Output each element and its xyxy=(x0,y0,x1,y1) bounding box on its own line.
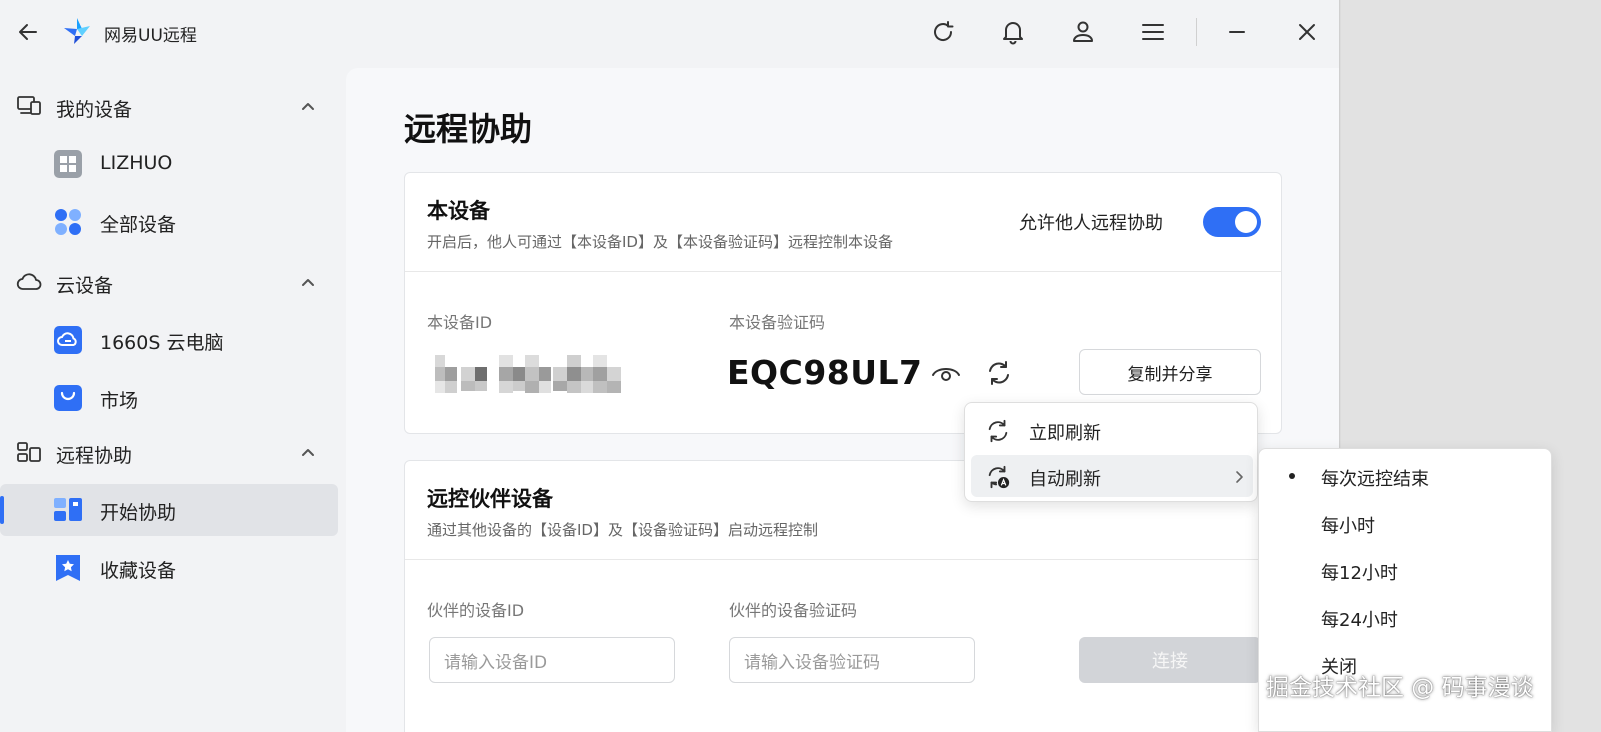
submenu-item-label: 每12小时 xyxy=(1321,563,1398,584)
remote-assist-icon xyxy=(16,441,42,463)
chevron-up-icon[interactable] xyxy=(298,442,318,462)
chevron-up-icon[interactable] xyxy=(298,272,318,292)
card-title: 远控伙伴设备 xyxy=(427,487,553,511)
sidebar-item-all-devices[interactable]: 全部设备 xyxy=(0,196,338,248)
menu-item-label: 立即刷新 xyxy=(1029,423,1101,444)
submenu-item-hourly[interactable]: 每小时 xyxy=(1259,500,1551,546)
menu-item-label: 自动刷新 xyxy=(1029,469,1101,490)
sidebar-item-label: LIZHUO xyxy=(100,152,173,174)
sidebar-group-label: 云设备 xyxy=(56,275,114,297)
menu-item-refresh-now[interactable]: 立即刷新 xyxy=(971,409,1253,451)
sidebar-item-label: 全部设备 xyxy=(100,214,177,236)
allow-remote-label: 允许他人远程协助 xyxy=(1019,213,1163,234)
main-content: 远程协助 本设备 开启后，他人可通过【本设备ID】及【本设备验证码】远程控制本设… xyxy=(346,68,1339,732)
eye-icon[interactable] xyxy=(931,361,961,385)
sidebar-item-label: 收藏设备 xyxy=(100,560,177,582)
submenu-item-24h[interactable]: 每24小时 xyxy=(1259,594,1551,640)
sidebar-item-cloud-pc[interactable]: 1660S 云电脑 xyxy=(0,314,338,366)
partner-id-input[interactable]: 请输入设备ID xyxy=(429,637,675,683)
sidebar-item-label: 开始协助 xyxy=(100,502,177,524)
minimize-icon[interactable] xyxy=(1222,17,1252,47)
app-window: 网易UU远程 我的设备 LIZHUO 全部设备 云设备 1660S 云电脑 市场… xyxy=(0,0,1340,732)
partner-id-label: 伙伴的设备ID xyxy=(427,601,525,620)
start-assist-icon xyxy=(52,494,84,526)
refresh-context-menu: 立即刷新 自动刷新 xyxy=(964,402,1258,502)
this-device-card: 本设备 开启后，他人可通过【本设备ID】及【本设备验证码】远程控制本设备 允许他… xyxy=(404,172,1282,434)
allow-remote-toggle[interactable] xyxy=(1203,207,1261,237)
submenu-item-label: 每小时 xyxy=(1321,516,1375,537)
sidebar-item-market[interactable]: 市场 xyxy=(0,372,338,424)
device-code-label: 本设备验证码 xyxy=(729,313,826,332)
cloud-pc-icon xyxy=(52,324,84,356)
menu-icon[interactable] xyxy=(1138,17,1168,47)
bookmark-star-icon xyxy=(52,552,84,584)
card-subtitle: 开启后，他人可通过【本设备ID】及【本设备验证码】远程控制本设备 xyxy=(427,233,893,251)
auto-refresh-icon xyxy=(985,464,1011,490)
app-logo-icon xyxy=(62,16,92,46)
sidebar-group-label: 远程协助 xyxy=(56,445,133,467)
all-devices-icon xyxy=(52,206,84,238)
partner-code-input[interactable]: 请输入设备验证码 xyxy=(729,637,975,683)
selected-dot-icon xyxy=(1289,473,1295,479)
connect-button[interactable]: 连接 xyxy=(1079,637,1261,683)
device-code-value: EQC98UL7 xyxy=(727,353,923,392)
submenu-item-label: 每24小时 xyxy=(1321,610,1398,631)
card-divider xyxy=(405,271,1281,272)
refresh-icon xyxy=(985,418,1011,444)
sidebar-item-lizhuo[interactable]: LIZHUO xyxy=(0,138,338,190)
bell-icon[interactable] xyxy=(998,17,1028,47)
windows-device-icon xyxy=(52,148,84,180)
sidebar-group-cloud-devices[interactable]: 云设备 xyxy=(0,262,344,302)
toggle-knob xyxy=(1235,211,1257,233)
submenu-item-label: 每次远控结束 xyxy=(1321,469,1429,490)
app-title: 网易UU远程 xyxy=(104,26,197,46)
devices-icon xyxy=(16,95,42,117)
chevron-right-icon xyxy=(1233,469,1245,483)
card-title: 本设备 xyxy=(427,199,490,223)
shopping-bag-icon xyxy=(52,382,84,414)
sidebar-item-label: 1660S 云电脑 xyxy=(100,332,224,354)
refresh-code-icon[interactable] xyxy=(985,359,1013,387)
device-id-label: 本设备ID xyxy=(427,313,493,332)
sidebar-group-remote-assist[interactable]: 远程协助 xyxy=(0,432,344,472)
sidebar-group-label: 我的设备 xyxy=(56,99,133,121)
active-indicator xyxy=(0,496,4,524)
sidebar-item-favorites[interactable]: 收藏设备 xyxy=(0,542,338,594)
copy-share-button[interactable]: 复制并分享 xyxy=(1079,349,1261,395)
refresh-icon[interactable] xyxy=(928,17,958,47)
device-id-blurred xyxy=(421,353,633,395)
cloud-icon xyxy=(16,271,42,293)
user-icon[interactable] xyxy=(1068,17,1098,47)
back-arrow-icon[interactable] xyxy=(14,18,42,46)
title-bar-divider xyxy=(1196,18,1197,46)
sidebar-item-label: 市场 xyxy=(100,390,139,412)
sidebar: 我的设备 LIZHUO 全部设备 云设备 1660S 云电脑 市场 远程协助 开… xyxy=(0,64,344,732)
title-bar: 网易UU远程 xyxy=(0,0,1339,64)
page-title: 远程协助 xyxy=(404,110,533,148)
watermark-text: 掘金技术社区 @ 码事漫谈 xyxy=(1266,675,1534,701)
card-subtitle: 通过其他设备的【设备ID】及【设备验证码】启动远程控制 xyxy=(427,521,818,539)
partner-code-label: 伙伴的设备验证码 xyxy=(729,601,858,620)
sidebar-item-start-assist[interactable]: 开始协助 xyxy=(0,484,338,536)
menu-item-auto-refresh[interactable]: 自动刷新 xyxy=(971,455,1253,497)
chevron-up-icon[interactable] xyxy=(298,96,318,116)
sidebar-group-my-devices[interactable]: 我的设备 xyxy=(0,86,344,126)
close-icon[interactable] xyxy=(1292,17,1322,47)
submenu-item-each-session[interactable]: 每次远控结束 xyxy=(1259,453,1551,499)
submenu-item-12h[interactable]: 每12小时 xyxy=(1259,547,1551,593)
card-divider xyxy=(405,559,1281,560)
